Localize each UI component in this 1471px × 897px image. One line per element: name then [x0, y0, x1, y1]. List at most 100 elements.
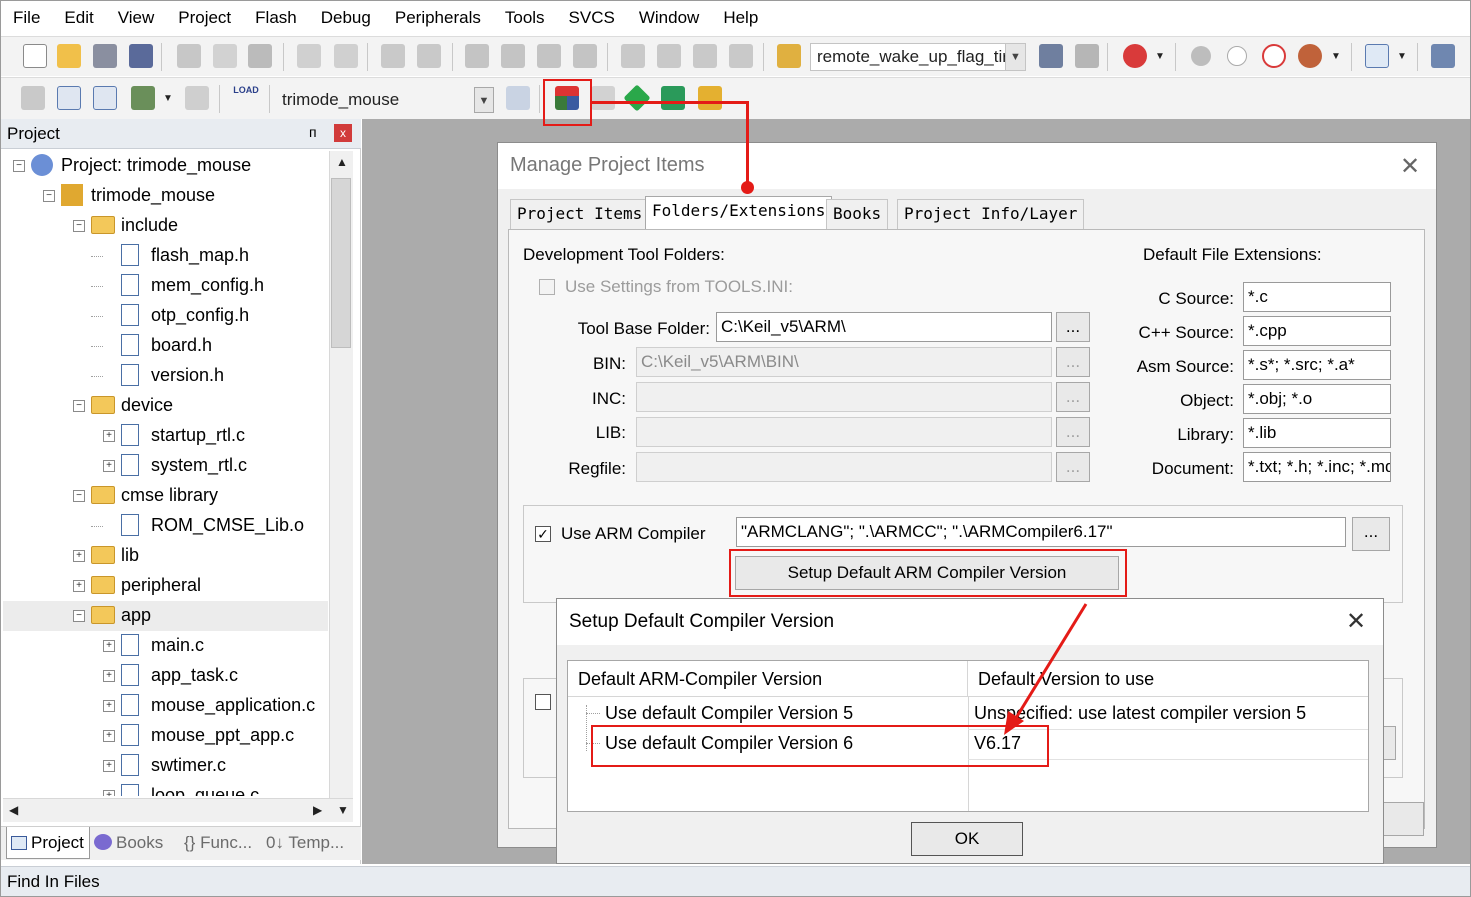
- kill-breakpoints-icon[interactable]: [1298, 44, 1322, 68]
- find-in-files-icon[interactable]: [777, 44, 801, 68]
- collapse-icon[interactable]: −: [73, 490, 85, 502]
- arm-compiler-path-field[interactable]: "ARMCLANG"; ".\ARMCC"; ".\ARMCompiler6.1…: [736, 517, 1346, 547]
- inc-field[interactable]: [636, 382, 1052, 412]
- browse-arm-compiler-button[interactable]: ...: [1352, 517, 1390, 551]
- tab-functions[interactable]: {} Func...: [184, 827, 252, 859]
- document-field[interactable]: *.txt; *.h; *.inc; *.md: [1243, 452, 1391, 482]
- enable-breakpoint-icon[interactable]: [1227, 46, 1247, 66]
- cut-icon[interactable]: [177, 44, 201, 68]
- navigate-forward-icon[interactable]: [417, 44, 441, 68]
- tree-item-project-trimode-mouse[interactable]: − Project: trimode_mouse: [3, 151, 328, 181]
- regfile-field[interactable]: [636, 452, 1052, 482]
- bin-field[interactable]: C:\Keil_v5\ARM\BIN\: [636, 347, 1052, 377]
- disable-breakpoints-icon[interactable]: [1262, 44, 1286, 68]
- menu-file[interactable]: File: [1, 1, 52, 34]
- chevron-down-icon[interactable]: ▼: [1331, 51, 1341, 62]
- menu-svcs[interactable]: SVCS: [557, 1, 627, 34]
- library-field[interactable]: *.lib: [1243, 418, 1391, 448]
- tab-books[interactable]: Books: [94, 827, 163, 859]
- tab-project-info-layer[interactable]: Project Info/Layer: [897, 199, 1085, 229]
- bookmark-icon[interactable]: [465, 44, 489, 68]
- collapse-icon[interactable]: −: [13, 160, 25, 172]
- tool-base-folder-field[interactable]: C:\Keil_v5\ARM\: [716, 312, 1052, 342]
- use-settings-checkbox[interactable]: [539, 279, 555, 295]
- browse-tool-base-button[interactable]: ...: [1056, 312, 1090, 342]
- tree-item-device[interactable]: − device: [3, 391, 328, 421]
- tab-books-dialog[interactable]: Books: [826, 199, 889, 229]
- scroll-left-icon[interactable]: ◀: [9, 803, 18, 817]
- prev-bookmark-icon[interactable]: [501, 44, 525, 68]
- tree-item-cmse-library[interactable]: − cmse library: [3, 481, 328, 511]
- target-options-icon[interactable]: [506, 86, 530, 110]
- undo-icon[interactable]: [297, 44, 321, 68]
- expand-icon[interactable]: +: [103, 760, 115, 772]
- tree-item-app[interactable]: − app: [3, 601, 328, 631]
- tree-scroll-thumb[interactable]: [331, 178, 351, 348]
- menu-flash[interactable]: Flash: [243, 1, 309, 34]
- tree-item-board-h[interactable]: board.h: [3, 331, 328, 361]
- tree-item-rom-cmse-lib-o[interactable]: ROM_CMSE_Lib.o: [3, 511, 328, 541]
- build-icon[interactable]: [57, 86, 81, 110]
- find-icon[interactable]: [1039, 44, 1063, 68]
- tree-horizontal-scrollbar[interactable]: ◀ ▶ ▼: [3, 798, 353, 822]
- redo-icon[interactable]: [334, 44, 358, 68]
- sw-packs-icon[interactable]: [698, 86, 722, 110]
- expand-icon[interactable]: +: [103, 430, 115, 442]
- menu-debug[interactable]: Debug: [309, 1, 383, 34]
- expand-icon[interactable]: +: [73, 550, 85, 562]
- collapse-icon[interactable]: −: [73, 220, 85, 232]
- download-load-icon[interactable]: LOAD: [233, 84, 259, 112]
- tree-item-lib[interactable]: + lib: [3, 541, 328, 571]
- collapse-icon[interactable]: −: [43, 190, 55, 202]
- manage-rte-icon[interactable]: [661, 86, 685, 110]
- collapse-icon[interactable]: −: [73, 400, 85, 412]
- tab-project[interactable]: Project: [6, 827, 90, 859]
- target-select[interactable]: trimode_mouse ▼: [275, 86, 495, 114]
- copy-icon[interactable]: [213, 44, 237, 68]
- save-all-icon[interactable]: [129, 44, 153, 68]
- close-icon[interactable]: ✕: [1346, 607, 1366, 636]
- next-bookmark-icon[interactable]: [537, 44, 561, 68]
- collapse-icon[interactable]: −: [73, 610, 85, 622]
- tree-item-swtimer-c[interactable]: + swtimer.c: [3, 751, 328, 781]
- tab-templates[interactable]: 0↓ Temp...: [266, 827, 344, 859]
- insert-breakpoint-icon[interactable]: [1191, 46, 1211, 66]
- tree-item-system-rtl-c[interactable]: + system_rtl.c: [3, 451, 328, 481]
- menu-window[interactable]: Window: [627, 1, 711, 34]
- browse-lib-button[interactable]: ...: [1056, 417, 1090, 447]
- asm-source-field[interactable]: *.s*; *.src; *.a*: [1243, 350, 1391, 380]
- tab-folders-extensions[interactable]: Folders/Extensions: [645, 196, 833, 230]
- use-arm-compiler-checkbox[interactable]: ✓: [535, 526, 551, 542]
- scroll-up-icon[interactable]: ▲: [336, 155, 348, 169]
- translate-icon[interactable]: [21, 86, 45, 110]
- incremental-find-icon[interactable]: [1075, 44, 1099, 68]
- chevron-down-icon[interactable]: ▼: [474, 87, 494, 113]
- menu-help[interactable]: Help: [711, 1, 770, 34]
- menu-edit[interactable]: Edit: [52, 1, 105, 34]
- c-source-field[interactable]: *.c: [1243, 282, 1391, 312]
- browse-regfile-button[interactable]: ...: [1056, 452, 1090, 482]
- object-field[interactable]: *.obj; *.o: [1243, 384, 1391, 414]
- menu-tools[interactable]: Tools: [493, 1, 557, 34]
- unindent-icon[interactable]: [657, 44, 681, 68]
- navigate-back-icon[interactable]: [381, 44, 405, 68]
- tree-item-app-task-c[interactable]: + app_task.c: [3, 661, 328, 691]
- expand-icon[interactable]: +: [103, 670, 115, 682]
- paste-icon[interactable]: [248, 44, 272, 68]
- tree-item-version-h[interactable]: version.h: [3, 361, 328, 391]
- hidden-option-checkbox[interactable]: [535, 694, 551, 710]
- tree-item-startup-rtl-c[interactable]: + startup_rtl.c: [3, 421, 328, 451]
- scroll-down-icon[interactable]: ▼: [337, 803, 349, 817]
- debug-session-icon[interactable]: [1123, 44, 1147, 68]
- browse-inc-button[interactable]: ...: [1056, 382, 1090, 412]
- tree-item-loop-queue-c[interactable]: + loop_queue.c: [3, 781, 328, 796]
- window-layout-icon[interactable]: [1365, 44, 1389, 68]
- expand-icon[interactable]: +: [103, 640, 115, 652]
- select-packs-icon[interactable]: [623, 84, 651, 112]
- new-file-icon[interactable]: [23, 44, 47, 68]
- compiler5-row-name[interactable]: Use default Compiler Version 5: [605, 698, 853, 728]
- chevron-down-icon[interactable]: ▼: [163, 93, 173, 104]
- comment-icon[interactable]: [693, 44, 717, 68]
- scroll-right-icon[interactable]: ▶: [313, 803, 322, 817]
- tree-item-main-c[interactable]: + main.c: [3, 631, 328, 661]
